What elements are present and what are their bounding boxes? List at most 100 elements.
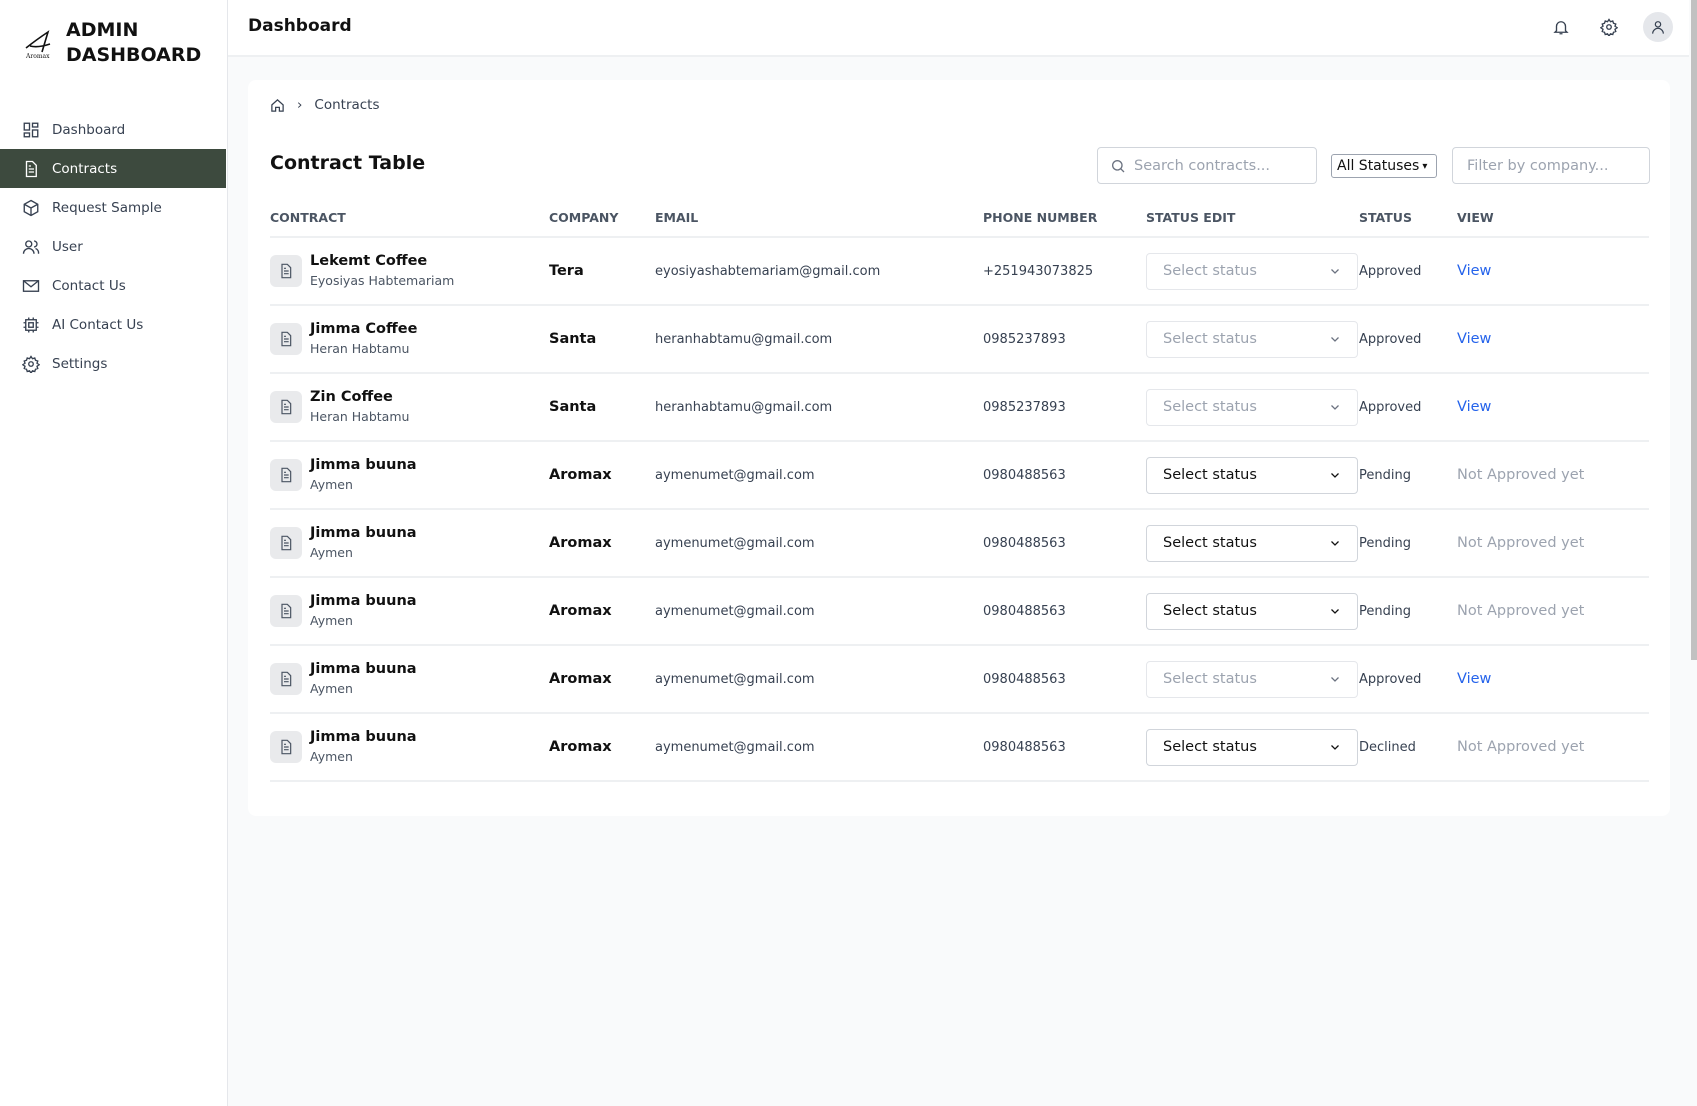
status-edit-select[interactable]: Select status: [1146, 524, 1358, 562]
company: Aromax: [549, 671, 612, 687]
search-input[interactable]: Search contracts...: [1097, 147, 1317, 184]
email: aymenumet@gmail.com: [655, 535, 815, 551]
view-link[interactable]: View: [1457, 374, 1491, 440]
chevron-down-icon: [1331, 541, 1339, 546]
contract-person: Aymen: [310, 749, 353, 764]
status-select-value: Select status: [1163, 331, 1257, 347]
sidebar-item-contact-us[interactable]: Contact Us: [0, 266, 226, 305]
phone: 0980488563: [983, 739, 1066, 755]
table-row: Jimma buuna Aymen Aromax aymenumet@gmail.…: [270, 578, 1649, 646]
contract-person: Heran Habtamu: [310, 409, 410, 424]
view-link[interactable]: View: [1457, 238, 1491, 304]
view-link[interactable]: View: [1457, 306, 1491, 372]
document-icon: [270, 731, 302, 763]
status-filter-select[interactable]: All Statuses ▾: [1331, 154, 1437, 178]
logo: Aromax ADMIN DASHBOARD: [22, 18, 201, 68]
search-placeholder: Search contracts...: [1134, 157, 1271, 174]
chevron-down-icon: [1331, 473, 1339, 478]
bell-icon[interactable]: [1547, 13, 1575, 41]
contract-person: Aymen: [310, 477, 353, 492]
phone: 0980488563: [983, 467, 1066, 483]
sidebar-item-label: User: [52, 238, 83, 255]
chevron-down-icon: [1331, 745, 1339, 750]
contract-name: Jimma buuna: [310, 661, 417, 677]
company-filter-input[interactable]: Filter by company...: [1452, 147, 1650, 184]
company: Aromax: [549, 535, 612, 551]
not-approved-text: Not Approved yet: [1457, 535, 1585, 551]
document-icon: [270, 391, 302, 423]
top-header: Dashboard: [228, 0, 1689, 57]
document-icon: [270, 595, 302, 627]
home-icon[interactable]: [270, 98, 285, 113]
table-header: CONTRACT COMPANY EMAIL PHONE NUMBER STATUS E…: [270, 198, 1649, 238]
document-icon: [270, 459, 302, 491]
sidebar-item-contracts[interactable]: Contracts: [0, 149, 226, 188]
company: Tera: [549, 263, 584, 279]
table-row: Lekemt Coffee Eyosiyas Habtemariam Tera e…: [270, 238, 1649, 306]
contract-name: Lekemt Coffee: [310, 253, 428, 269]
sidebar-item-request-sample[interactable]: Request Sample: [0, 188, 226, 227]
table-row: Jimma Coffee Heran Habtamu Santa heranhab…: [270, 306, 1649, 374]
status-edit-select: Select status: [1146, 320, 1358, 358]
company: Aromax: [549, 739, 612, 755]
company: Aromax: [549, 603, 612, 619]
email: aymenumet@gmail.com: [655, 739, 815, 755]
sidebar-item-dashboard[interactable]: Dashboard: [0, 110, 226, 149]
status-text: Approved: [1359, 331, 1422, 347]
search-icon: [1112, 159, 1125, 172]
document-icon: [270, 527, 302, 559]
not-approved-text: Not Approved yet: [1457, 603, 1585, 619]
brand-title-1: ADMIN: [66, 19, 139, 41]
sidebar-item-settings[interactable]: Settings: [0, 344, 226, 383]
status-select-value: Select status: [1163, 467, 1257, 483]
status-edit-select: Select status: [1146, 388, 1358, 426]
company: Santa: [549, 331, 597, 347]
email: heranhabtamu@gmail.com: [655, 399, 833, 415]
table-row: Zin Coffee Heran Habtamu Santa heranhabta…: [270, 374, 1649, 442]
page-title: Contract Table: [270, 152, 426, 174]
logo-icon: Aromax: [25, 30, 51, 60]
status-edit-select: Select status: [1146, 660, 1358, 698]
status-edit-select[interactable]: Select status: [1146, 592, 1358, 630]
sidebar-item-ai-contact-us[interactable]: AI Contact Us: [0, 305, 226, 344]
company-filter-placeholder: Filter by company...: [1467, 157, 1609, 174]
status-text: Pending: [1359, 603, 1411, 619]
status-edit-select[interactable]: Select status: [1146, 728, 1358, 766]
scrollbar[interactable]: [1691, 0, 1697, 660]
status-edit-select[interactable]: Select status: [1146, 456, 1358, 494]
contract-name: Jimma Coffee: [310, 321, 418, 337]
status-text: Approved: [1359, 399, 1422, 415]
chevron-down-icon: [1331, 269, 1339, 274]
chevron-down-icon: [1331, 405, 1339, 410]
contracts-table: CONTRACT COMPANY EMAIL PHONE NUMBER STATUS E…: [270, 198, 1649, 782]
sidebar-item-label: Dashboard: [52, 121, 126, 138]
view-link[interactable]: View: [1457, 646, 1491, 712]
contract-person: Eyosiyas Habtemariam: [310, 273, 455, 288]
table-row: Jimma buuna Aymen Aromax aymenumet@gmail.…: [270, 714, 1649, 782]
brand-title-2: DASHBOARD: [66, 44, 202, 66]
user-avatar[interactable]: [1643, 12, 1673, 42]
status-select-value: Select status: [1163, 535, 1257, 551]
company: Aromax: [549, 467, 612, 483]
chevron-down-icon: ▾: [1422, 160, 1428, 172]
contract-name: Jimma buuna: [310, 729, 417, 745]
document-icon: [270, 323, 302, 355]
email: aymenumet@gmail.com: [655, 467, 815, 483]
table-row: Jimma buuna Aymen Aromax aymenumet@gmail.…: [270, 510, 1649, 578]
users-icon: [22, 239, 40, 254]
company: Santa: [549, 399, 597, 415]
status-select-value: Select status: [1163, 399, 1257, 415]
column-header: VIEW: [1457, 209, 1494, 225]
status-edit-select: Select status: [1146, 252, 1358, 290]
contract-name: Jimma buuna: [310, 525, 417, 541]
contracts-card: › Contracts Contract Table Search contra…: [248, 80, 1670, 816]
chip-icon: [23, 317, 39, 332]
status-text: Pending: [1359, 535, 1411, 551]
sidebar-item-label: AI Contact Us: [52, 316, 144, 333]
header-title: Dashboard: [248, 16, 352, 36]
gear-icon[interactable]: [1595, 13, 1623, 41]
sidebar-item-user[interactable]: User: [0, 227, 226, 266]
status-select-value: Select status: [1163, 739, 1257, 755]
column-header: CONTRACT: [270, 209, 346, 225]
status-text: Declined: [1359, 739, 1416, 755]
